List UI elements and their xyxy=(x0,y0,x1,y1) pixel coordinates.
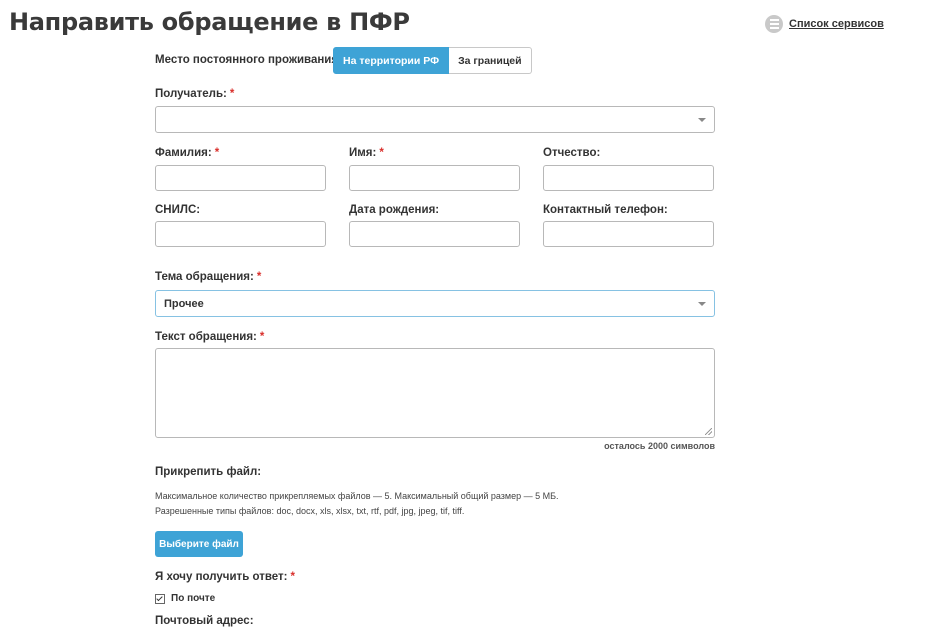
message-label: Текст обращения: * xyxy=(155,331,265,343)
attachment-label: Прикрепить файл: xyxy=(155,466,262,478)
birth-date-label: Дата рождения: xyxy=(349,204,440,216)
residence-label: Место постоянного проживания: xyxy=(155,54,342,66)
by-mail-checkbox[interactable] xyxy=(155,593,165,604)
residence-option-abroad[interactable]: За границей xyxy=(449,47,532,74)
by-mail-label: По почте xyxy=(171,593,216,604)
attachment-limit-hint: Максимальное количество прикрепляемых фа… xyxy=(155,491,559,501)
snils-label: СНИЛС: xyxy=(155,204,201,216)
subject-label: Тема обращения: * xyxy=(155,271,262,283)
required-marker: * xyxy=(379,147,384,159)
attachment-types-hint: Разрешенные типы файлов: doc, docx, xls,… xyxy=(155,506,465,516)
first-name-label: Имя: * xyxy=(349,147,384,159)
phone-field[interactable] xyxy=(543,221,714,247)
postal-address-label: Почтовый адрес: xyxy=(155,615,254,627)
character-counter: осталось 2000 символов xyxy=(604,441,715,451)
services-list-link[interactable]: Список сервисов xyxy=(765,15,884,33)
last-name-label: Фамилия: * xyxy=(155,147,220,159)
required-marker: * xyxy=(229,88,235,100)
chevron-down-icon xyxy=(698,118,706,122)
residence-option-russia[interactable]: На территории РФ xyxy=(333,47,450,74)
list-icon xyxy=(765,15,783,33)
patronymic-field[interactable] xyxy=(543,165,714,191)
required-marker: * xyxy=(214,147,220,159)
residence-toggle: На территории РФ За границей xyxy=(333,47,532,74)
birth-date-field[interactable] xyxy=(349,221,520,247)
subject-value: Прочее xyxy=(164,297,204,310)
patronymic-label: Отчество: xyxy=(543,147,601,159)
recipient-select[interactable] xyxy=(155,106,715,133)
recipient-label: Получатель: * xyxy=(155,88,235,100)
choose-file-button[interactable]: Выберите файл xyxy=(155,531,243,557)
by-mail-option[interactable]: По почте xyxy=(155,593,215,604)
required-marker: * xyxy=(256,271,262,283)
message-textarea[interactable] xyxy=(155,348,715,438)
chevron-down-icon xyxy=(698,302,706,306)
page-title: Направить обращение в ПФР xyxy=(9,8,410,36)
services-link-label[interactable]: Список сервисов xyxy=(789,18,884,30)
last-name-field[interactable] xyxy=(155,165,326,191)
response-label: Я хочу получить ответ: * xyxy=(155,571,295,583)
subject-select[interactable]: Прочее xyxy=(155,290,715,317)
required-marker: * xyxy=(259,331,265,343)
first-name-field[interactable] xyxy=(349,165,520,191)
snils-field[interactable] xyxy=(155,221,326,247)
required-marker: * xyxy=(290,571,295,583)
phone-label: Контактный телефон: xyxy=(543,204,668,216)
resize-handle-icon[interactable] xyxy=(705,428,712,435)
